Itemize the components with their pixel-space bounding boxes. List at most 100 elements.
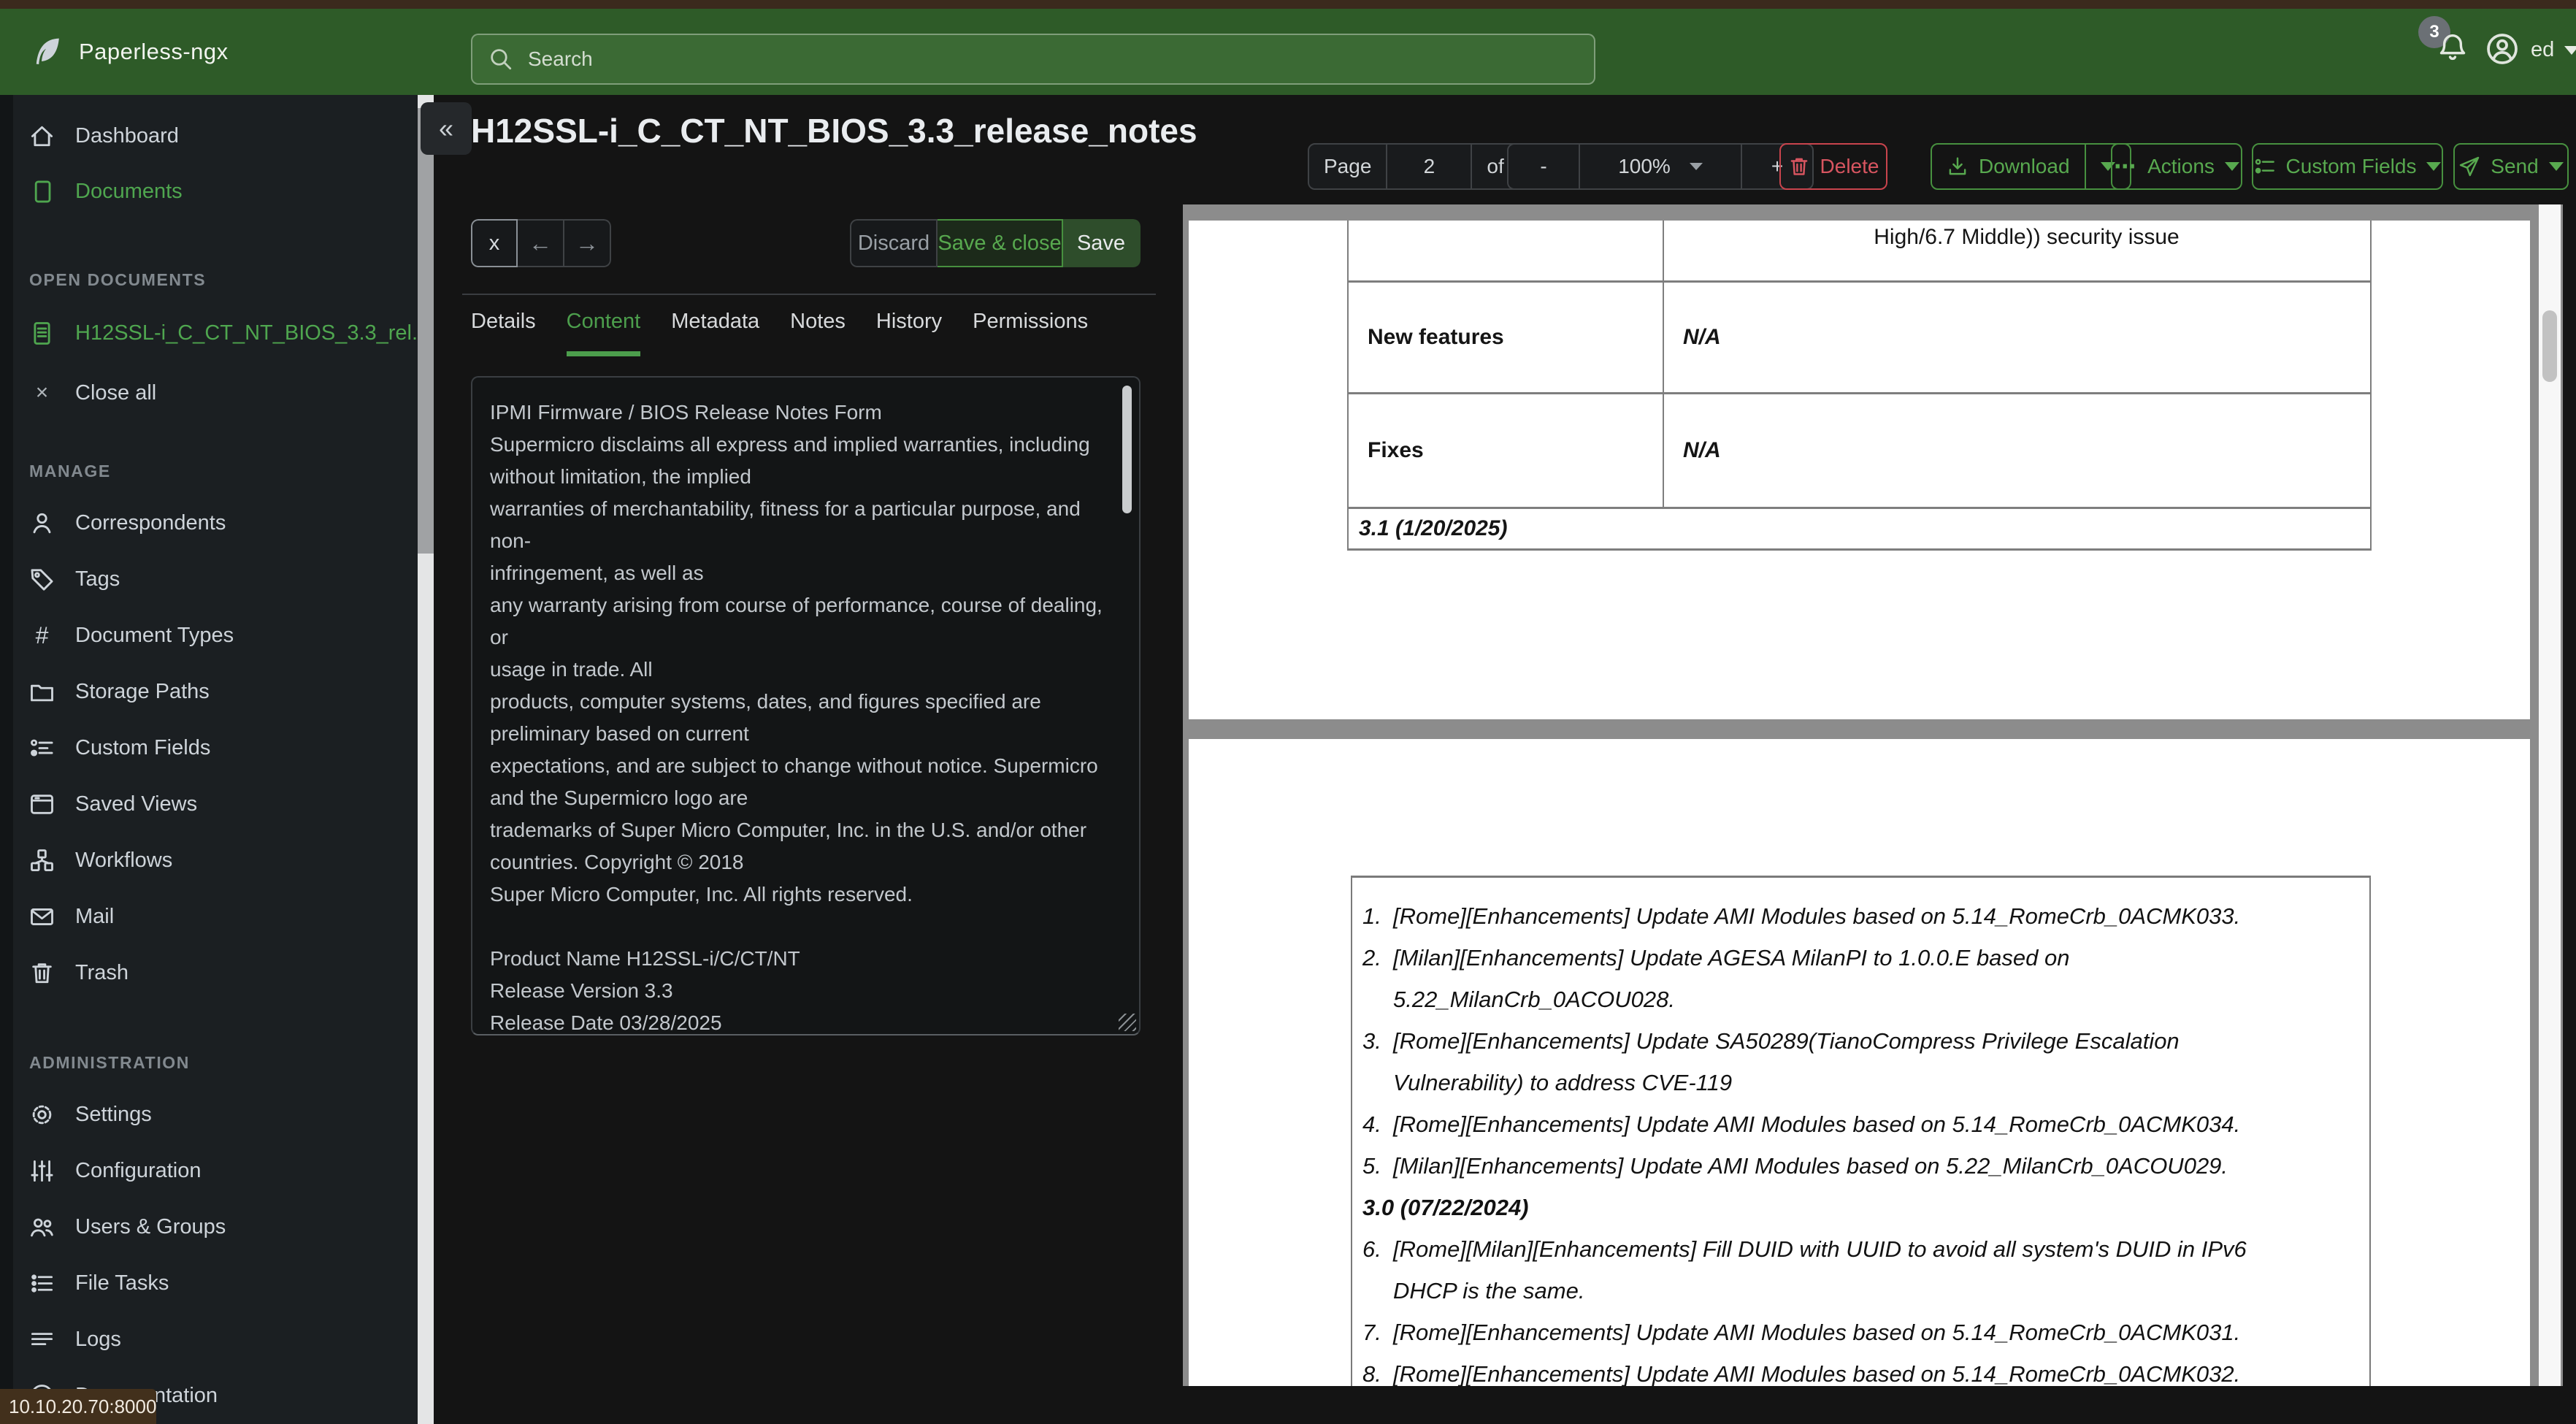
- tab-notes[interactable]: Notes: [790, 310, 846, 356]
- custom-fields-button[interactable]: Custom Fields: [2252, 143, 2443, 190]
- list-item-number: 4.: [1362, 1111, 1381, 1137]
- zoom-out-button[interactable]: -: [1509, 145, 1580, 188]
- table-cell-value: N/A: [1683, 438, 1721, 462]
- list-item-text: [Rome][Enhancements] Update SA50289(Tian…: [1393, 1028, 2180, 1095]
- app-header: Paperless-ngx: [0, 9, 2576, 95]
- sidebar-item-settings[interactable]: Settings: [0, 1095, 418, 1133]
- chevron-down-icon: [2426, 162, 2442, 171]
- sidebar-item-document-types[interactable]: # Document Types: [0, 616, 418, 654]
- send-icon: [2460, 156, 2480, 177]
- list-item-number: 8.: [1362, 1361, 1381, 1386]
- delete-button[interactable]: Delete: [1779, 143, 1887, 190]
- list-item-number: 6.: [1362, 1236, 1381, 1262]
- previous-document-button[interactable]: ←: [518, 219, 564, 267]
- table-version-row: 3.1 (1/20/2025): [1349, 509, 2370, 551]
- zoom-level-select[interactable]: 100%: [1580, 145, 1742, 188]
- list-item: 2. [Milan][Enhancements] Update AGESA Mi…: [1352, 937, 2369, 1020]
- sidebar: Dashboard Documents OPEN DOCUMENTS H12SS…: [0, 95, 418, 1424]
- people-icon: [31, 1218, 53, 1236]
- list-item: 3. [Rome][Enhancements] Update SA50289(T…: [1352, 1020, 2369, 1103]
- app-logo[interactable]: Paperless-ngx: [29, 35, 229, 69]
- list-item-number: 2.: [1362, 945, 1381, 971]
- sidebar-item-trash[interactable]: Trash: [0, 954, 418, 992]
- next-document-button[interactable]: →: [564, 219, 611, 267]
- list-item-text: [Milan][Enhancements] Update AGESA Milan…: [1393, 945, 2070, 1012]
- sidebar-item-configuration[interactable]: Configuration: [0, 1152, 418, 1190]
- sidebar-item-mail[interactable]: Mail: [0, 897, 418, 935]
- app-name: Paperless-ngx: [79, 39, 229, 64]
- download-icon: [1949, 157, 1966, 175]
- list-item-text: [Milan][Enhancements] Update AMI Modules…: [1393, 1153, 2228, 1179]
- content-textarea[interactable]: IPMI Firmware / BIOS Release Notes Form …: [471, 376, 1141, 1036]
- save-buttons: Discard Save & close Save: [850, 219, 1141, 267]
- list-item-text: [Rome][Enhancements] Update AMI Modules …: [1393, 1111, 2241, 1137]
- sidebar-scrollbar-thumb[interactable]: [418, 108, 434, 554]
- user-avatar-icon[interactable]: [2485, 32, 2519, 66]
- sidebar-item-open-document[interactable]: H12SSL-i_C_CT_NT_BIOS_3.3_rel...: [0, 313, 418, 353]
- pdf-preview: High/6.7 Middle)) security issue New fea…: [1183, 204, 2563, 1386]
- textarea-scrollbar-thumb[interactable]: [1122, 386, 1132, 513]
- manage-header: MANAGE: [29, 461, 111, 481]
- actions-button[interactable]: ⋯ Actions: [2111, 143, 2242, 190]
- tab-details[interactable]: Details: [471, 310, 536, 356]
- sidebar-item-documents[interactable]: Documents: [0, 172, 418, 210]
- sidebar-item-correspondents[interactable]: Correspondents: [0, 504, 418, 542]
- list-item-text: 3.0 (07/22/2024): [1362, 1195, 1529, 1220]
- list-item-number: 5.: [1362, 1153, 1381, 1179]
- close-document-button[interactable]: x: [471, 219, 518, 267]
- page-number-input[interactable]: 2: [1387, 145, 1473, 188]
- sidebar-item-users-groups[interactable]: Users & Groups: [0, 1208, 418, 1246]
- sidebar-item-storage-paths[interactable]: Storage Paths: [0, 673, 418, 711]
- sliders-icon: [31, 1160, 53, 1182]
- pdf-page-2: 1. [Rome][Enhancements] Update AMI Modul…: [1189, 739, 2530, 1386]
- tab-permissions[interactable]: Permissions: [973, 310, 1088, 356]
- tab-metadata[interactable]: Metadata: [671, 310, 759, 356]
- hash-icon: #: [35, 621, 49, 648]
- sidebar-item-logs[interactable]: Logs: [0, 1320, 418, 1358]
- table-cell-label: New features: [1349, 283, 1664, 392]
- discard-button[interactable]: Discard: [850, 219, 938, 267]
- list-item: 4. [Rome][Enhancements] Update AMI Modul…: [1352, 1103, 2369, 1145]
- list-item: 5. [Milan][Enhancements] Update AMI Modu…: [1352, 1145, 2369, 1187]
- notifications-bell-icon[interactable]: [2437, 32, 2468, 66]
- sidebar-item-close-all[interactable]: × Close all: [0, 374, 418, 412]
- ellipsis-icon: ⋯: [2114, 154, 2138, 179]
- custom-fields-icon: [31, 739, 53, 757]
- chevron-down-icon: [1689, 163, 1703, 170]
- tab-history[interactable]: History: [876, 310, 942, 356]
- sidebar-item-custom-fields[interactable]: Custom Fields: [0, 729, 418, 767]
- table-cell-value: N/A: [1683, 325, 1721, 349]
- boxes-icon: [31, 849, 53, 871]
- sidebar-item-workflows[interactable]: Workflows: [0, 841, 418, 879]
- list-item: 6. [Rome][Milan][Enhancements] Fill DUID…: [1352, 1228, 2369, 1312]
- window-icon: [31, 794, 53, 814]
- save-and-close-button[interactable]: Save & close: [938, 219, 1063, 267]
- browser-top-edge: [0, 0, 2576, 9]
- search-input[interactable]: [526, 47, 1578, 72]
- global-search[interactable]: [471, 34, 1595, 85]
- send-button[interactable]: Send: [2453, 143, 2569, 190]
- app-window: Paperless-ngx 3 ed Dashboard Documents O…: [0, 0, 2576, 1424]
- sidebar-item-file-tasks[interactable]: File Tasks: [0, 1264, 418, 1302]
- sidebar-item-saved-views[interactable]: Saved Views: [0, 785, 418, 823]
- document-title: H12SSL-i_C_CT_NT_BIOS_3.3_release_notes: [471, 112, 1197, 150]
- sidebar-item-dashboard[interactable]: Dashboard: [0, 117, 418, 155]
- preview-scrollbar-thumb[interactable]: [2542, 310, 2557, 382]
- list-item: 1. [Rome][Enhancements] Update AMI Modul…: [1352, 895, 2369, 937]
- logs-icon: [31, 1332, 53, 1345]
- save-button[interactable]: Save: [1063, 219, 1141, 267]
- tag-icon: [31, 568, 53, 590]
- trash-icon: [1790, 158, 1807, 175]
- username-label: ed: [2531, 38, 2555, 61]
- textarea-resize-handle[interactable]: [1119, 1014, 1136, 1031]
- documents-icon: [34, 180, 51, 202]
- page-navigation: Page 2 of 6: [1308, 143, 1538, 190]
- content-editor: IPMI Firmware / BIOS Release Notes Form …: [471, 376, 1141, 1036]
- list-item: 7. [Rome][Enhancements] Update AMI Modul…: [1352, 1312, 2369, 1353]
- sidebar-item-tags[interactable]: Tags: [0, 560, 418, 598]
- download-button[interactable]: Download: [1932, 145, 2085, 188]
- sidebar-collapse-button[interactable]: «: [421, 102, 472, 155]
- tab-content[interactable]: Content: [566, 310, 641, 356]
- download-split-button: Download: [1931, 143, 2131, 190]
- user-menu[interactable]: ed: [2531, 38, 2576, 62]
